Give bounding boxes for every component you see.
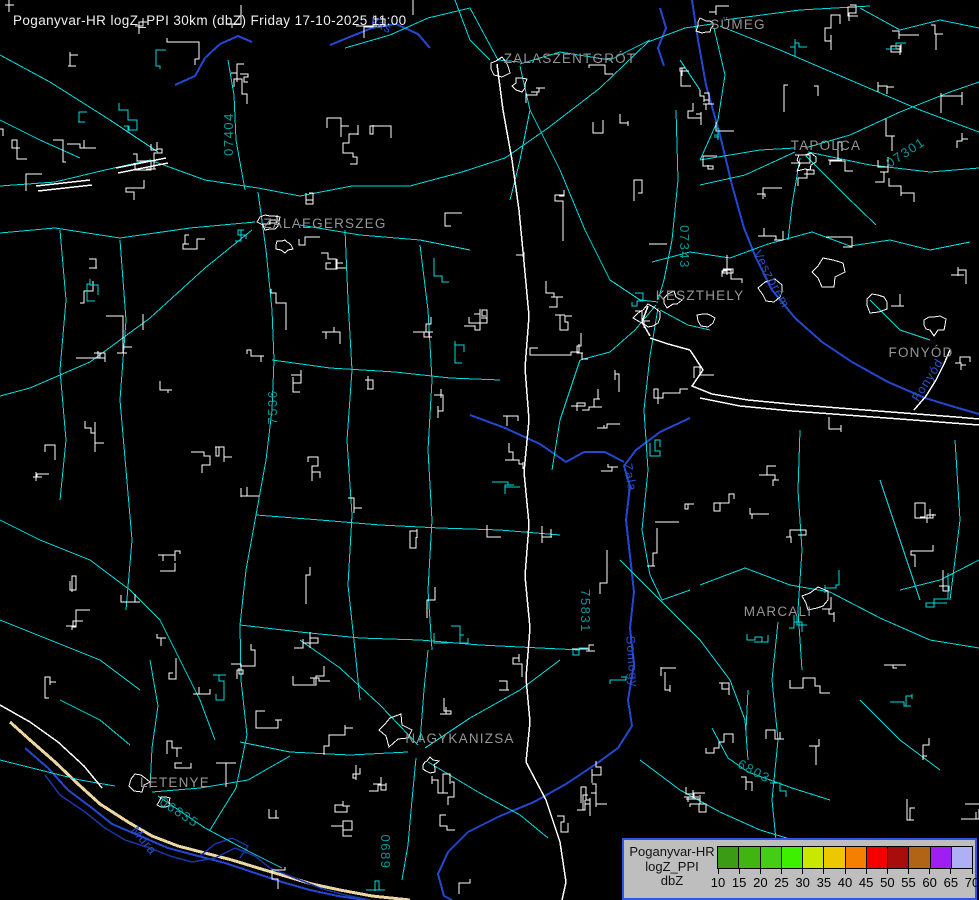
- city-label: LETENYE: [140, 775, 210, 790]
- legend-tick-mark: [781, 869, 782, 874]
- water-label: Mura: [129, 823, 160, 857]
- legend-color-cell: [761, 847, 782, 868]
- legend-tick-label: 50: [880, 875, 894, 890]
- road-number-label: 07404: [221, 112, 236, 156]
- road-number-label: 07301: [883, 134, 928, 170]
- legend-tick-label: 35: [817, 875, 831, 890]
- road-number-label: 07343: [677, 225, 692, 269]
- legend-panel: Poganyvar-HR logZ_PPI dbZ 10 15 20 25 30 35 40…: [622, 838, 977, 900]
- legend-color-cell: [909, 847, 930, 868]
- legend-tick-label: 60: [922, 875, 936, 890]
- legend-station: Poganyvar-HR: [626, 845, 718, 860]
- legend-color-cell: [739, 847, 760, 868]
- city-label: ZALASZENTGRÓT: [504, 51, 637, 66]
- settlement-outlines-layer: [0, 0, 979, 894]
- legend-tick-mark: [908, 869, 909, 874]
- legend-tick-mark: [929, 869, 930, 874]
- city-label: FONYÓD: [889, 345, 954, 360]
- map-canvas: SÜMEG ZALASZENTGRÓT TAPOLCA ZALAEGERSZEG KES…: [0, 0, 979, 900]
- legend-tick-label: 20: [753, 875, 767, 890]
- legend-tick-label: 65: [944, 875, 958, 890]
- legend-tick-label: 30: [795, 875, 809, 890]
- road-number-label: 7536: [265, 390, 280, 425]
- legend-tick-mark: [887, 869, 888, 874]
- water-label: Fonyód: [909, 356, 946, 404]
- legend-tick-label: 55: [901, 875, 915, 890]
- legend-tick-mark: [866, 869, 867, 874]
- city-label: MARCALI: [744, 604, 812, 619]
- water-label: Zala: [621, 462, 640, 492]
- legend-tick-mark: [739, 869, 740, 874]
- road-number-label: 75831: [578, 589, 593, 633]
- legend-color-cell: [931, 847, 952, 868]
- city-label: ZALAEGERSZEG: [263, 216, 386, 231]
- legend-tick-mark: [972, 869, 973, 874]
- legend-tick-mark: [845, 869, 846, 874]
- labels-layer: SÜMEG ZALASZENTGRÓT TAPOLCA ZALAEGERSZEG KES…: [129, 13, 954, 870]
- legend-tick-label: 45: [859, 875, 873, 890]
- legend-tick-mark: [823, 869, 824, 874]
- city-label: TAPOLCA: [791, 138, 861, 153]
- road-number-label: 0689: [378, 835, 393, 870]
- legend-color-cell: [867, 847, 888, 868]
- legend-color-cell: [888, 847, 909, 868]
- road-number-label: 06835: [157, 794, 202, 830]
- legend-tick-label: 25: [774, 875, 788, 890]
- legend-tick-mark: [760, 869, 761, 874]
- city-label: SÜMEG: [710, 17, 766, 32]
- legend-tick-label: 10: [711, 875, 725, 890]
- legend-color-cell: [824, 847, 845, 868]
- legend-unit: dbZ: [626, 874, 718, 889]
- legend-colorbar: [717, 846, 973, 869]
- country-border-layer: [10, 722, 410, 900]
- legend-product: logZ_PPI: [626, 860, 718, 875]
- legend-color-cell: [782, 847, 803, 868]
- city-label: KESZTHELY: [656, 288, 745, 303]
- legend-tick-label: 40: [838, 875, 852, 890]
- radar-title: Poganyvar-HR logZ_PPI 30km (dbZ) Friday …: [13, 13, 407, 28]
- legend-color-cell: [718, 847, 739, 868]
- legend-caption: Poganyvar-HR logZ_PPI dbZ: [626, 845, 718, 889]
- rivers-layer: [25, 0, 979, 900]
- legend-color-cell: [952, 847, 972, 868]
- legend-color-cell: [846, 847, 867, 868]
- legend-color-cell: [803, 847, 824, 868]
- legend-tick-label: 70: [965, 875, 979, 890]
- legend-tick-mark: [718, 869, 719, 874]
- legend-tick-mark: [802, 869, 803, 874]
- legend-tick-label: 15: [732, 875, 746, 890]
- roads-layer: [0, 0, 979, 900]
- legend-tick-mark: [950, 869, 951, 874]
- city-label: NAGYKANIZSA: [405, 731, 514, 746]
- water-label: Veszprém: [750, 248, 792, 311]
- radar-viewport: SÜMEG ZALASZENTGRÓT TAPOLCA ZALAEGERSZEG KES…: [0, 0, 979, 900]
- road-number-label: 6803: [735, 756, 773, 786]
